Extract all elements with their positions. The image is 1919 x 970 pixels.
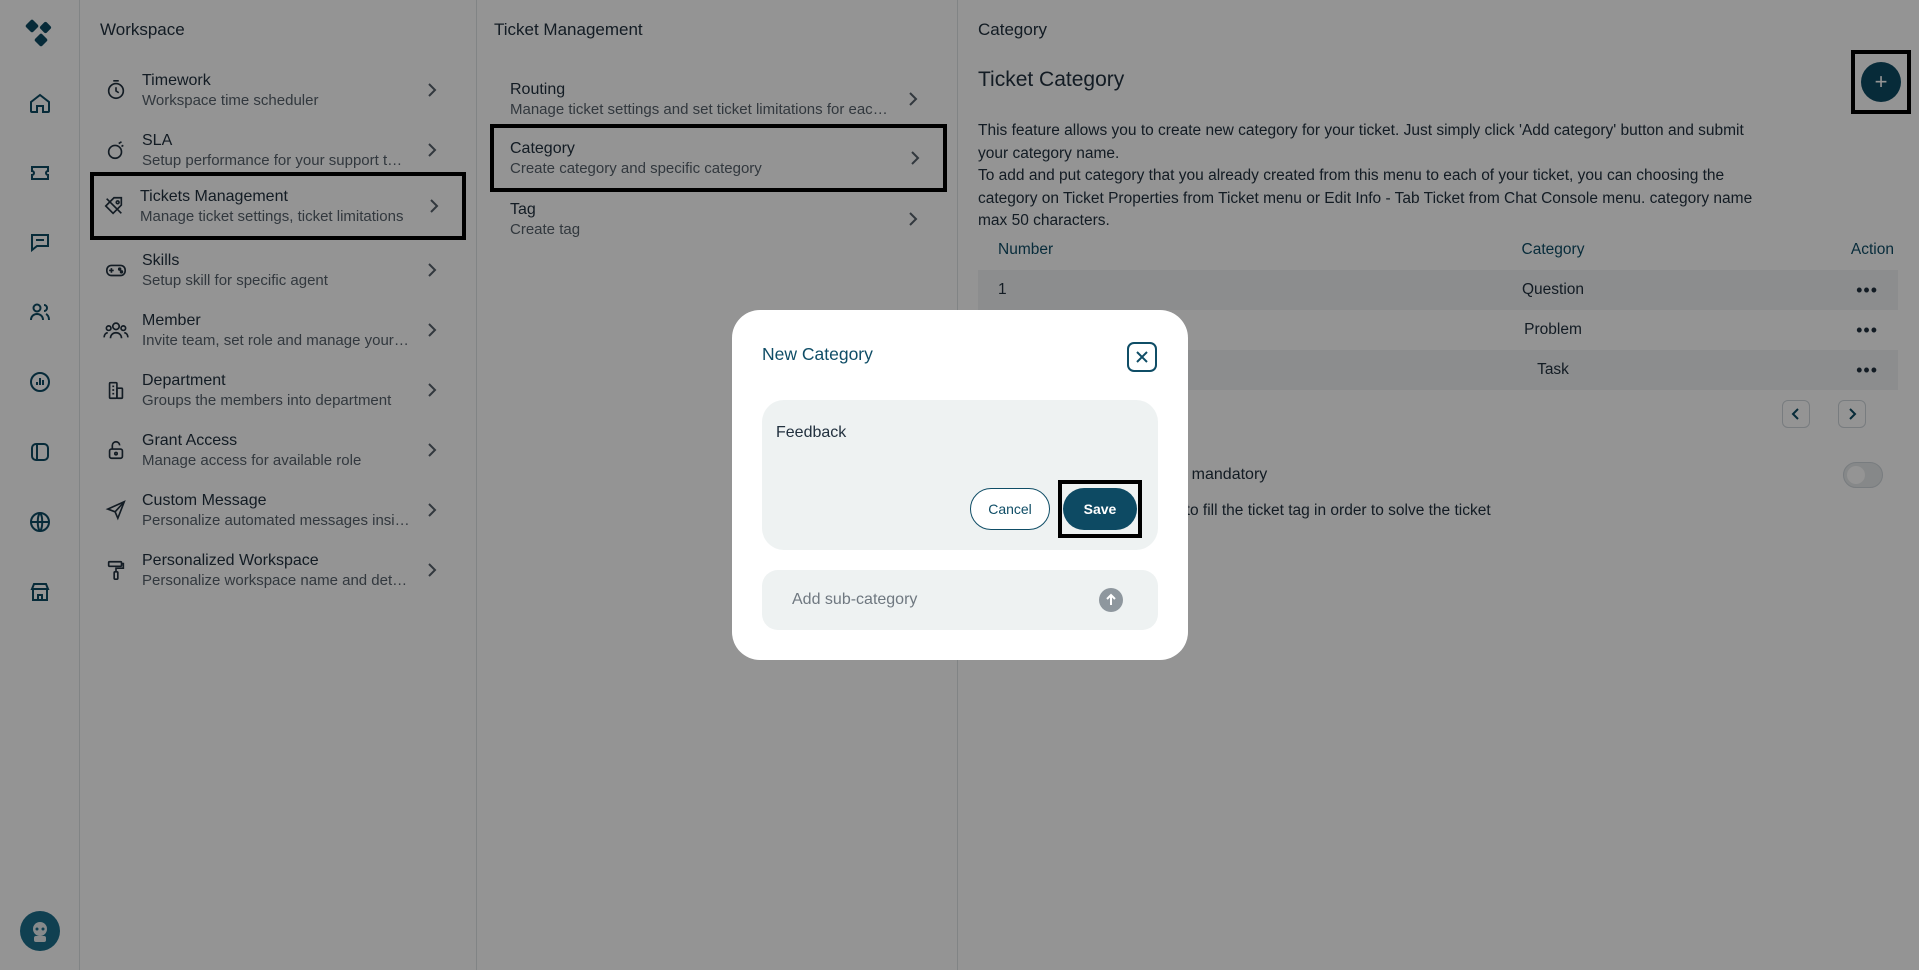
modal-title: New Category bbox=[762, 344, 873, 364]
category-name-field[interactable]: Feedback bbox=[776, 424, 846, 442]
cancel-button[interactable]: Cancel bbox=[970, 488, 1050, 530]
sub-category-input[interactable] bbox=[792, 570, 1092, 630]
save-button[interactable]: Save bbox=[1063, 488, 1137, 530]
save-highlight: Save bbox=[1058, 480, 1142, 538]
submit-sub-category-button[interactable] bbox=[1099, 588, 1123, 612]
arrow-up-icon bbox=[1106, 593, 1116, 605]
close-button[interactable] bbox=[1127, 342, 1157, 372]
category-input-card: Feedback Cancel Save bbox=[762, 400, 1158, 550]
sub-category-field bbox=[762, 570, 1158, 630]
new-category-modal: New Category Feedback Cancel Save bbox=[732, 310, 1188, 660]
close-icon bbox=[1136, 351, 1148, 363]
